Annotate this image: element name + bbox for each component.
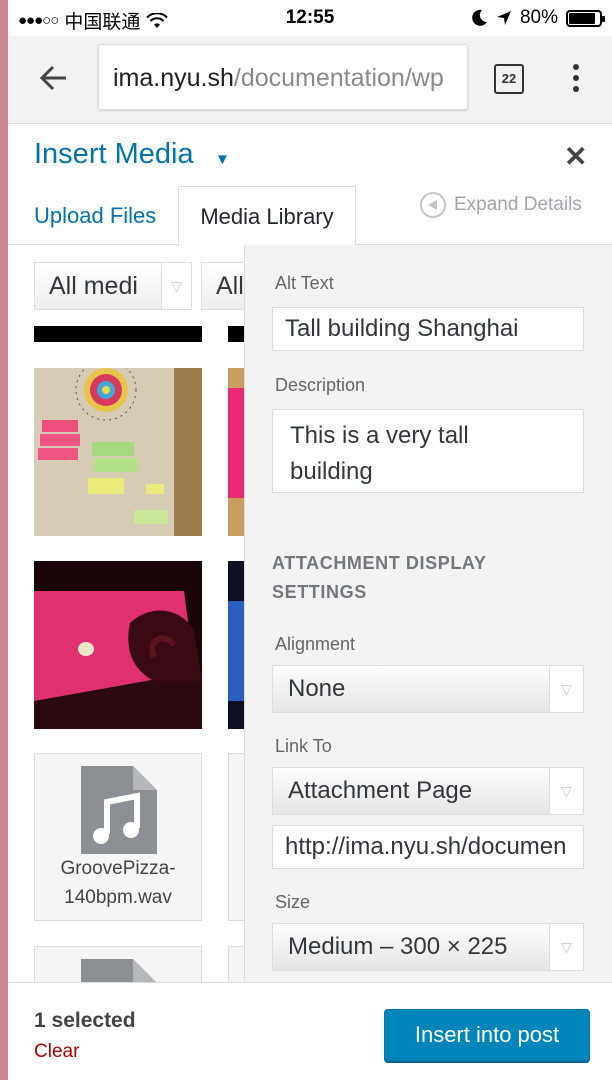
- media-thumbnail-sticky-notes[interactable]: [34, 368, 202, 536]
- alt-text-label: Alt Text: [275, 273, 334, 293]
- alt-text-input[interactable]: Tall building Shanghai: [272, 307, 584, 351]
- description-textarea[interactable]: This is a very tall building: [272, 409, 584, 493]
- browser-toolbar: ima.nyu.sh/documentation/wp 22: [8, 36, 612, 124]
- alignment-select[interactable]: None ▽: [272, 665, 584, 713]
- chevron-down-icon: ▽: [549, 768, 583, 814]
- audio-file-icon: [81, 766, 157, 858]
- display-settings-heading-line2: SETTINGS: [272, 582, 367, 602]
- chevron-down-icon: ▽: [161, 263, 191, 309]
- sticky-notes-image: [34, 368, 202, 536]
- media-audio-tile[interactable]: GroovePizza- 140bpm.wav: [34, 753, 202, 921]
- chevron-down-icon: ▽: [549, 666, 583, 712]
- media-item-bar: [34, 326, 202, 342]
- expand-details-label: Expand Details: [454, 194, 582, 215]
- audio-filename-line2: 140bpm.wav: [64, 887, 172, 908]
- attachment-details-panel: Alt Text Tall building Shanghai Descript…: [244, 245, 612, 985]
- link-to-select[interactable]: Attachment Page ▽: [272, 767, 584, 815]
- modal-title[interactable]: Insert Media: [34, 138, 194, 171]
- arrow-left-icon[interactable]: [36, 60, 72, 96]
- expand-details-button[interactable]: Expand Details: [420, 192, 582, 218]
- battery-icon: [566, 9, 605, 27]
- selection-count: 1 selected: [34, 1009, 136, 1032]
- status-right: 80%: [472, 7, 605, 29]
- insert-into-post-button[interactable]: Insert into post: [384, 1009, 590, 1061]
- tab-upload-files[interactable]: Upload Files: [34, 203, 156, 229]
- arrow-left-circle-icon: [420, 192, 446, 218]
- media-thumbnail-laptop[interactable]: [34, 561, 202, 729]
- link-to-label: Link To: [275, 736, 332, 756]
- date-filter-value: All: [216, 272, 244, 300]
- caret-down-icon[interactable]: ▼: [215, 151, 230, 168]
- audio-filename-line1: GroovePizza-: [60, 858, 176, 879]
- media-type-filter[interactable]: All medi ▽: [34, 262, 192, 310]
- laptop-hand-image: [34, 561, 202, 729]
- display-settings-heading: ATTACHMENT DISPLAY SETTINGS: [272, 549, 486, 607]
- alignment-value: None: [288, 675, 346, 702]
- link-url-input[interactable]: http://ima.nyu.sh/documen: [272, 825, 584, 869]
- battery-fill: [569, 12, 595, 24]
- chevron-down-icon: ▽: [549, 924, 583, 970]
- url-host: ima.nyu.sh: [113, 64, 234, 92]
- alignment-label: Alignment: [275, 634, 356, 654]
- audio-filename: GroovePizza- 140bpm.wav: [35, 854, 201, 912]
- media-toolbar: 1 selected Clear Insert into post: [8, 982, 612, 1080]
- address-bar[interactable]: ima.nyu.sh/documentation/wp: [98, 44, 468, 110]
- location-arrow-icon: [496, 11, 511, 25]
- tab-media-library[interactable]: Media Library: [178, 186, 356, 246]
- media-type-filter-value: All medi: [49, 272, 138, 300]
- close-icon[interactable]: ✕: [564, 140, 587, 173]
- vertical-dots-icon[interactable]: [571, 64, 581, 96]
- description-line2: building: [290, 458, 373, 485]
- size-select[interactable]: Medium – 300 × 225 ▽: [272, 923, 584, 971]
- battery-percent: 80%: [519, 7, 558, 28]
- url-path: /documentation/wp: [233, 64, 444, 92]
- clear-selection-link[interactable]: Clear: [34, 1041, 79, 1063]
- status-bar: ●●●○○ 中国联通 12:55 80%: [8, 0, 612, 36]
- link-to-value: Attachment Page: [288, 777, 473, 804]
- app-window: ●●●○○ 中国联通 12:55 80% ima.nyu.sh/document…: [8, 0, 612, 1080]
- moon-icon: [472, 9, 487, 26]
- size-label: Size: [275, 892, 311, 912]
- size-value: Medium – 300 × 225: [288, 933, 508, 960]
- tab-switcher-button[interactable]: 22: [494, 64, 524, 94]
- description-line1: This is a very tall: [290, 422, 469, 449]
- display-settings-heading-line1: ATTACHMENT DISPLAY: [272, 553, 487, 573]
- description-label: Description: [275, 375, 366, 395]
